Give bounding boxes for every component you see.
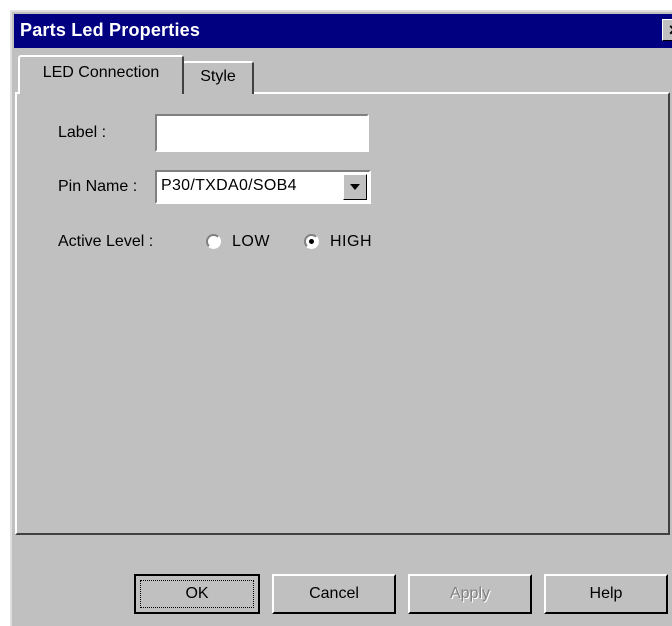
ok-button[interactable]: OK (134, 574, 260, 614)
apply-label: Apply (449, 585, 491, 602)
help-button[interactable]: Help (544, 574, 668, 614)
radio-low-label[interactable]: LOW (232, 233, 270, 251)
cancel-button[interactable]: Cancel (272, 574, 396, 614)
chevron-down-icon[interactable] (343, 174, 367, 200)
apply-button[interactable]: Apply (408, 574, 532, 614)
tab-panel (15, 92, 670, 535)
pin-name-caption: Pin Name : (58, 178, 138, 195)
focus-rect: OK (140, 580, 254, 608)
pin-name-select[interactable]: P30/TXDA0/SOB4 (155, 170, 371, 204)
cancel-label: Cancel (309, 585, 359, 602)
radio-high-label[interactable]: HIGH (330, 233, 372, 251)
label-caption: Label : (58, 124, 107, 141)
active-level-caption: Active Level : (58, 233, 154, 250)
tab-label: LED Connection (42, 64, 160, 81)
dialog-title: Parts Led Properties (20, 20, 201, 40)
label-input[interactable] (155, 114, 369, 152)
help-label: Help (589, 585, 623, 602)
tab-label: Style (200, 68, 236, 85)
close-button[interactable]: × (662, 19, 672, 41)
tab-led-connection[interactable]: LED Connection (18, 55, 184, 94)
ok-label: OK (185, 585, 209, 602)
radio-high[interactable] (304, 234, 319, 249)
title-bar[interactable]: Parts Led Properties × (14, 14, 672, 48)
radio-low[interactable] (206, 234, 221, 249)
tab-style[interactable]: Style (182, 61, 254, 94)
pin-name-value: P30/TXDA0/SOB4 (161, 177, 297, 194)
